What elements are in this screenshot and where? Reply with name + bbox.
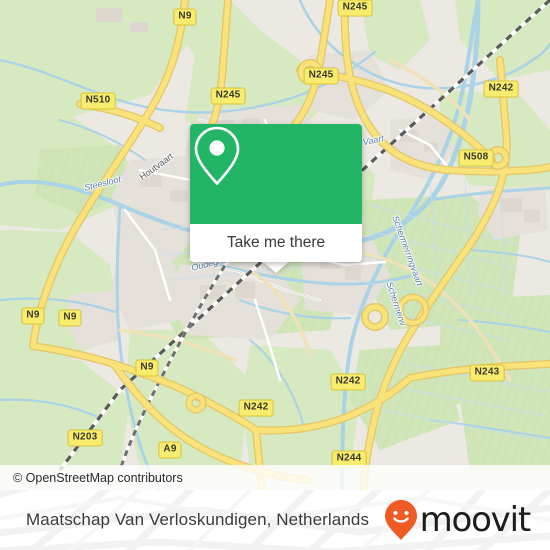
moovit-logo[interactable]: moovit [384,499,532,541]
map-pin-icon [194,126,240,186]
map-attribution-bar: © OpenStreetMap contributors [0,465,550,490]
road-shield: A9 [158,441,182,459]
road-shield: N9 [58,309,82,327]
road-shield: N508 [458,149,494,167]
road-shield: N243 [469,364,505,382]
road-shield: N242 [238,399,274,417]
road-shield: N242 [330,373,366,391]
road-shield: N9 [135,359,159,377]
road-shield: N510 [80,92,116,110]
popup-pointer [262,261,290,273]
road-shield: N9 [173,8,197,26]
map-canvas[interactable]: N9 N245 N245 N245 N242 N510 N508 N9 N9 N9 N242 N243… [0,0,550,490]
location-popup-card[interactable]: Take me there [190,124,362,262]
road-shield: N245 [210,87,246,105]
take-me-there-button[interactable]: Take me there [190,224,362,262]
road-shield: N242 [483,80,519,98]
road-shield: N245 [303,67,339,85]
road-shield: N245 [337,0,373,17]
page-title: Maatschap Van Verloskundigen, Netherland… [26,510,370,529]
take-me-there-label: Take me there [226,234,326,251]
moovit-location-card-screen: N9 N245 N245 N245 N242 N510 N508 N9 N9 N9 N242 N243… [0,0,550,550]
moovit-smiley-pin-icon [384,500,417,540]
footer-bar: Maatschap Van Verloskundigen, Netherland… [0,490,550,550]
moovit-wordmark: moovit [419,500,532,540]
osm-attribution-text: © OpenStreetMap contributors [13,470,183,485]
road-shield: N9 [21,307,45,325]
road-shield: N203 [67,429,103,447]
popup-pin-area [190,124,362,224]
